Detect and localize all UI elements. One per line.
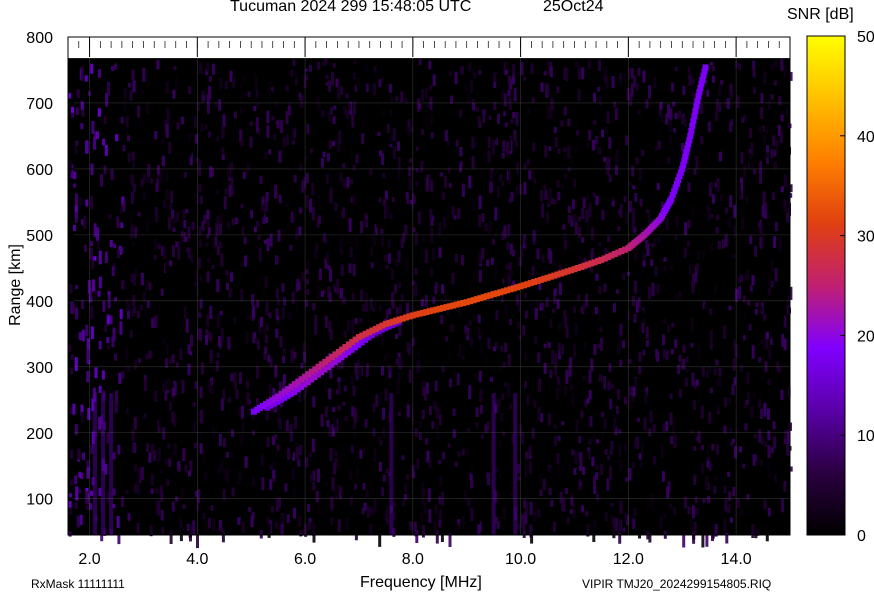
trace-point [702, 64, 709, 71]
colorbar: 0 10 20 30 40 50 [806, 29, 874, 545]
ionogram-chart: 2.0 4.0 6.0 8.0 10.0 12.0 14.01002003004005006… [26, 29, 874, 568]
y-tick-label: 600 [26, 162, 53, 179]
x-tick-label: 12.0 [613, 551, 644, 568]
x-tick-label: 14.0 [721, 551, 752, 568]
y-tick-label: 500 [26, 228, 53, 245]
y-tick-label: 800 [26, 30, 53, 47]
colorbar-tick-label: 0 [857, 528, 866, 545]
file-info-label: VIPIR TMJ20_2024299154805.RIQ [582, 577, 772, 591]
chart-date: 25Oct24 [543, 0, 604, 15]
x-tick-label: 8.0 [402, 551, 424, 568]
colorbar-tick-label: 30 [857, 229, 874, 246]
x-axis-label: Frequency [MHz] [360, 574, 482, 591]
colorbar-tick-label: 40 [857, 129, 874, 146]
colorbar-gradient [806, 35, 846, 536]
x-tick-label: 10.0 [505, 551, 536, 568]
rxmask-label: RxMask 11111111 [31, 577, 125, 591]
y-tick-label: 300 [26, 360, 53, 377]
colorbar-tick-label: 10 [857, 428, 874, 445]
y-tick-label: 100 [26, 492, 53, 509]
colorbar-tick-label: 20 [857, 328, 874, 345]
y-axis-label: Range [km] [7, 244, 24, 326]
x-tick-label: 4.0 [186, 551, 208, 568]
y-tick-label: 700 [26, 96, 53, 113]
colorbar-label: SNR [dB] [787, 6, 854, 23]
y-tick-label: 200 [26, 426, 53, 443]
chart-title: Tucuman 2024 299 15:48:05 UTC [230, 0, 472, 15]
x-tick-label: 2.0 [78, 551, 100, 568]
x-tick-label: 6.0 [294, 551, 316, 568]
y-tick-label: 400 [26, 294, 53, 311]
colorbar-tick-label: 50 [857, 29, 874, 46]
